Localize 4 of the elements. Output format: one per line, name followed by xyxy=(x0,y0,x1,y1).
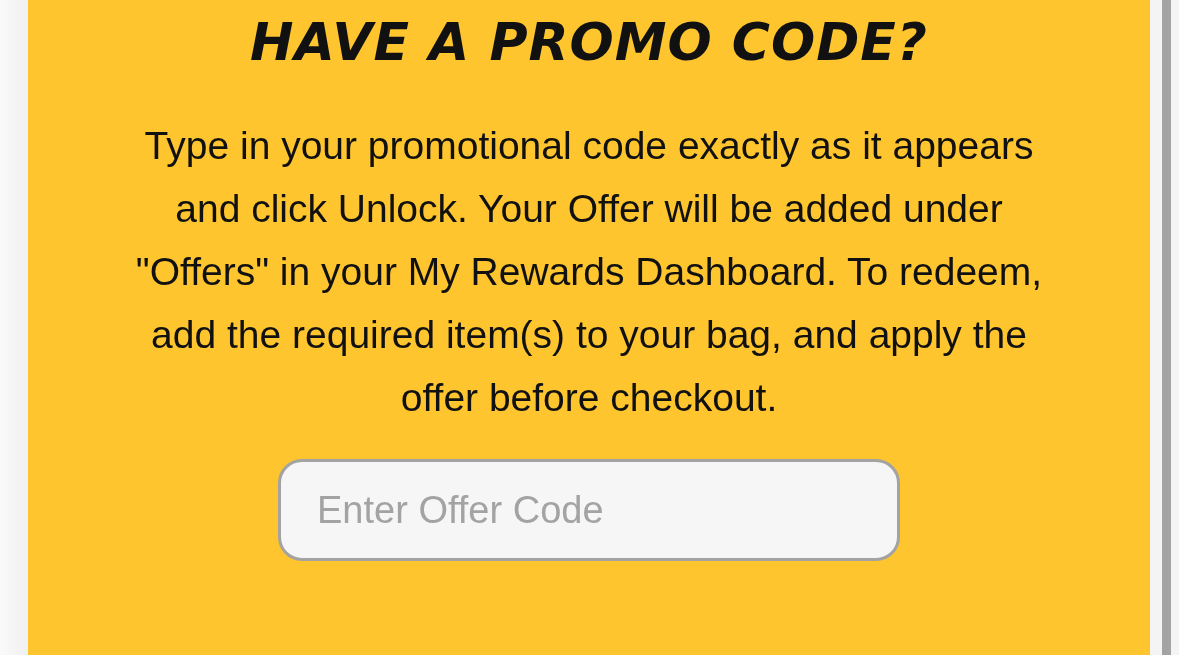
promo-description: Type in your promotional code exactly as it appears and click Unlock. Your Offer will be added under "Offers" in your My Rewards Dashboard. To redeem, add the required item(s) to your bag, and apply the offer before checkout. xyxy=(134,123,1044,421)
promo-title: HAVE A PROMO CODE? xyxy=(249,11,929,74)
offer-code-field[interactable]: Enter Offer Code xyxy=(278,459,900,561)
scrollbar[interactable] xyxy=(1162,0,1171,655)
